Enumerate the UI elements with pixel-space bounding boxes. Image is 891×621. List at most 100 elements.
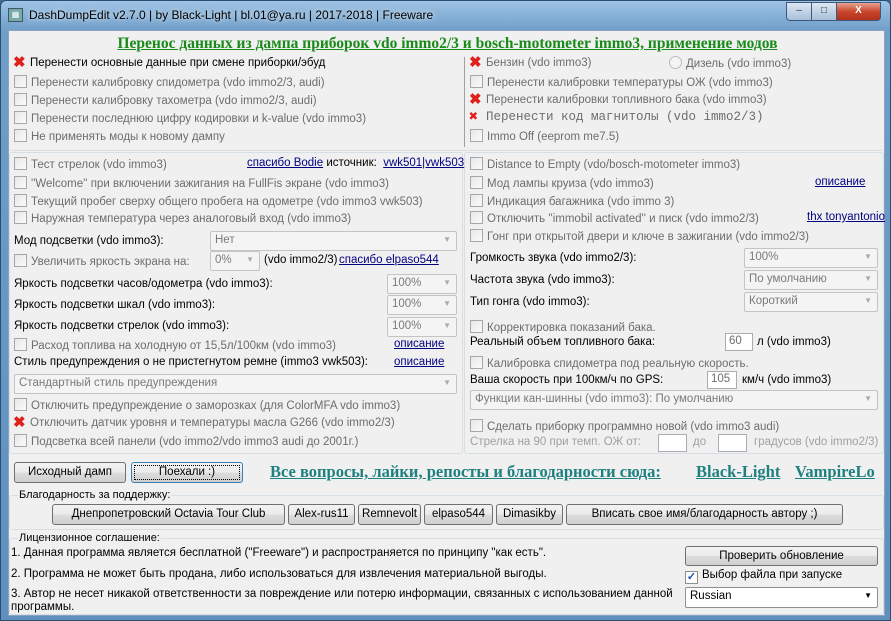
transfer-coding-checkbox[interactable]: Перенести последнюю цифру кодировки и k-… [14, 111, 366, 125]
checkbox-box [470, 176, 483, 189]
checkbox-box [14, 398, 27, 411]
checkbox-box [14, 111, 27, 124]
petrol-radio[interactable]: ✖ Бензин (vdo immo3) [469, 55, 591, 70]
thanks-octavia-club-button[interactable]: Днепропетровский Octavia Tour Club [52, 504, 285, 525]
diesel-radio[interactable]: Дизель (vdo immo3) [669, 56, 791, 70]
chevron-down-icon: ▼ [246, 255, 254, 264]
go-button[interactable]: Поехали :) [131, 462, 243, 483]
transfer-tank-checkbox[interactable]: ✖ Перенести калибровки топливного бака (v… [469, 91, 767, 108]
cruise-description-link[interactable]: описание [815, 176, 865, 188]
maximize-button[interactable]: □ [811, 2, 837, 21]
radio-circle [669, 56, 682, 69]
checkbox-box [470, 419, 483, 432]
checkbox-box [14, 93, 27, 106]
checkbox-label: Расход топлива на холодную от 15,5л/100к… [31, 340, 337, 352]
belt-warning-select[interactable]: Стандартный стиль предупреждения ▼ [14, 374, 457, 394]
write-thanks-button[interactable]: Вписать свое имя/благодарность автору ;) [566, 504, 843, 525]
volume-select[interactable]: 100% ▼ [744, 248, 878, 268]
checkbox-box [470, 75, 483, 88]
tank-correction-checkbox[interactable]: Корректировка показаний бака. [470, 320, 656, 334]
thanks-elpaso544-button[interactable]: elpaso544 [424, 504, 493, 525]
needle90-unit: градусов (vdo immo2/3) [754, 436, 879, 448]
backlight-mode-select[interactable]: Нет ▼ [210, 231, 457, 251]
chevron-down-icon: ▼ [443, 278, 451, 287]
speedo-calibration-checkbox[interactable]: Калибровка спидометра под реальную скоро… [470, 356, 749, 370]
scale-backlight-label: Яркость подсветки шкал (vdo immo3): [14, 299, 216, 311]
tank-volume-input[interactable]: 60 [725, 333, 753, 351]
clock-backlight-select[interactable]: 100% ▼ [387, 274, 457, 294]
checkbox-label: Гонг при открытой двери и ключе в зажига… [487, 231, 809, 243]
checkbox-label: Отключить ''immobil activated'' и писк (… [487, 213, 759, 225]
oil-sensor-checkbox[interactable]: ✖ Отключить датчик уровня и температуры м… [13, 414, 395, 431]
author-black-light-link[interactable]: Black-Light [696, 462, 780, 482]
outside-temp-checkbox[interactable]: Наружная температура через аналоговый вх… [14, 211, 351, 225]
immo-off-checkbox[interactable]: Immo Off (eeprom me7.5) [470, 129, 619, 143]
check-update-button[interactable]: Проверить обновление [685, 546, 878, 566]
checkbox-label: Калибровка спидометра под реальную скоро… [487, 358, 749, 370]
checkbox-label: Перенести калибровку тахометра (vdo immo… [31, 95, 317, 107]
cold-fuel-checkbox[interactable]: Расход топлива на холодную от 15,5л/100к… [14, 338, 336, 352]
can-functions-select[interactable]: Функции кан-шинны (vdo immo3): По умолча… [470, 390, 878, 410]
license-line-4: программы. [11, 601, 75, 613]
belt-description-link[interactable]: описание [394, 356, 444, 368]
cruise-checkbox[interactable]: Мод лампы круиза (vdo immo3) [470, 176, 654, 190]
checkmark-icon: ✓ [685, 571, 698, 584]
no-mods-checkbox[interactable]: Не применять моды к новому дампу [14, 129, 225, 143]
checked-x-icon: ✖ [13, 414, 26, 431]
needle-test-checkbox[interactable]: Тест стрелок (vdo immo3) [14, 157, 167, 171]
brightness-select[interactable]: 0% ▼ [210, 251, 260, 271]
new-cluster-checkbox[interactable]: Сделать приборку программно новой (vdo i… [470, 419, 779, 433]
welcome-checkbox[interactable]: ''Welcome'' при включении зажигания на F… [14, 176, 389, 190]
chevron-down-icon: ▼ [864, 591, 872, 600]
feedback-link[interactable]: Все вопросы, лайки, репосты и благодарно… [270, 462, 661, 482]
cold-fuel-description-link[interactable]: описание [394, 338, 444, 350]
frequency-select[interactable]: По умолчанию ▼ [744, 270, 878, 290]
thanks-alex-rus11-button[interactable]: Alex-rus11 [288, 504, 355, 525]
needle90-from-input[interactable] [658, 434, 687, 452]
thanks-elpaso-link[interactable]: спасибо elpaso544 [339, 254, 439, 266]
original-dump-button[interactable]: Исходный дамп [14, 462, 126, 483]
checked-x-icon: ✖ [469, 91, 482, 108]
author-vampirelo-link[interactable]: VampireLo [795, 462, 875, 482]
transfer-radio-code-checkbox[interactable]: ✖ Перенести код магнитолы (vdo immo2/3) [469, 110, 764, 125]
gong-door-checkbox[interactable]: Гонг при открытой двери и ключе в зажига… [470, 229, 809, 243]
thx-tonyantonio-link[interactable]: thx tonyantonio [807, 211, 885, 223]
dte-checkbox[interactable]: Distance to Empty (vdo/bosch-motometer i… [470, 157, 740, 171]
minimize-button[interactable]: – [786, 2, 812, 21]
client-area: Перенос данных из дампа приборок vdo imm… [8, 30, 885, 616]
needle90-to-input[interactable] [718, 434, 747, 452]
chevron-down-icon: ▼ [864, 394, 872, 403]
thanks-remnevolt-button[interactable]: Remnevolt [358, 504, 421, 525]
scale-backlight-select[interactable]: 100% ▼ [387, 295, 457, 315]
tank-unit: л (vdo immo3) [757, 336, 831, 348]
language-select[interactable]: Russian ▼ [685, 587, 878, 608]
belt-warning-label: Стиль предупреждения о не пристегнутом р… [14, 356, 368, 368]
choose-file-checkbox[interactable]: ✓ Выбор файла при запуске [685, 569, 842, 584]
source-link[interactable]: vwk501|vwk503 [383, 157, 464, 169]
gong-type-select[interactable]: Короткий ▼ [744, 292, 878, 312]
immobil-checkbox[interactable]: Отключить ''immobil activated'' и писк (… [470, 211, 759, 225]
thanks-bodie-link[interactable]: спасибо Bodie [247, 157, 323, 169]
checkbox-label: Перенести последнюю цифру кодировки и k-… [31, 113, 367, 125]
transfer-speedo-checkbox[interactable]: Перенести калибровку спидометра (vdo imm… [14, 75, 325, 89]
select-value: Russian [690, 590, 732, 602]
needle-backlight-select[interactable]: 100% ▼ [387, 317, 457, 337]
trunk-checkbox[interactable]: Индикация багажника (vdo immo 3) [470, 194, 674, 208]
checkbox-box [470, 194, 483, 207]
checkbox-label: Перенести калибровку спидометра (vdo imm… [31, 77, 325, 89]
transfer-main-checkbox[interactable]: ✖ Перенести основные данные при смене при… [13, 55, 325, 70]
needle90-to-label: до [693, 436, 707, 448]
close-button[interactable]: X [836, 2, 881, 21]
transfer-tacho-checkbox[interactable]: Перенести калибровку тахометра (vdo immo… [14, 93, 317, 107]
page-title: Перенос данных из дампа приборок vdo imm… [117, 35, 778, 52]
select-value: Стандартный стиль предупреждения [19, 377, 218, 389]
gps-speed-input[interactable]: 105 [707, 371, 737, 389]
transfer-coolant-checkbox[interactable]: Перенести калибровки температуры ОЖ (vdo… [470, 75, 773, 89]
chevron-down-icon: ▼ [443, 378, 451, 387]
checkbox-label: Подсветка всей панели (vdo immo2/vdo imm… [31, 436, 359, 448]
brightness-checkbox[interactable]: Увеличить яркость экрана на: [14, 254, 190, 268]
frost-checkbox[interactable]: Отключить предупреждение о заморозках (д… [14, 398, 400, 412]
trip-checkbox[interactable]: Текущий пробег сверху общего пробега на … [14, 194, 423, 208]
thanks-dimasikby-button[interactable]: Dimasikby [496, 504, 563, 525]
full-backlight-checkbox[interactable]: Подсветка всей панели (vdo immo2/vdo imm… [14, 434, 358, 448]
